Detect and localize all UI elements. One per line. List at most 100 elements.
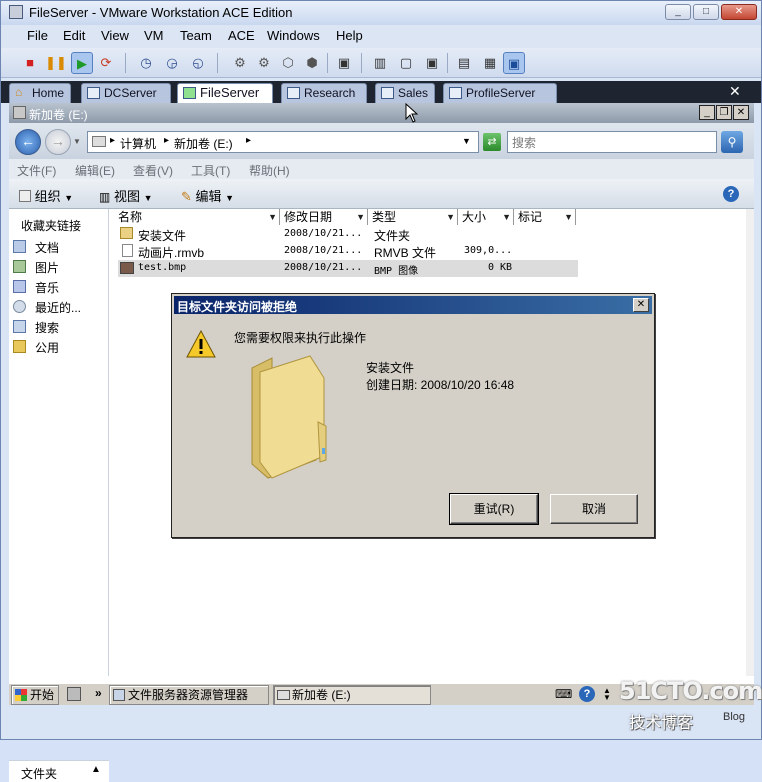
stop-icon[interactable]: ■ <box>19 52 41 74</box>
close-button[interactable]: ✕ <box>721 4 757 20</box>
breadcrumb-drive[interactable]: 新加卷 (E:) <box>174 135 233 152</box>
package-icon[interactable]: ⬡ <box>277 52 299 74</box>
help-icon[interactable]: ? <box>723 186 739 202</box>
file-name: 动画片.rmvb <box>138 246 205 260</box>
retry-button[interactable]: 重试(R) <box>449 493 539 525</box>
file-type: 文件夹 <box>374 229 411 243</box>
folder-icon <box>251 355 327 479</box>
searches-icon <box>13 320 26 333</box>
tab-sales[interactable]: Sales <box>375 83 435 103</box>
console-icon[interactable]: ▤ <box>453 52 475 74</box>
chevron-down-icon: ▼ <box>143 193 153 203</box>
tab-home[interactable]: ⌂ Home <box>9 83 71 103</box>
column-dropdown-icon[interactable]: ▼ <box>564 209 573 225</box>
column-dropdown-icon[interactable]: ▼ <box>446 209 455 225</box>
menu-team[interactable]: Team <box>180 28 212 43</box>
views-button[interactable]: ▥ 视图 ▼ <box>99 186 153 205</box>
task-explorer[interactable]: 新加卷 (E:) <box>273 685 431 705</box>
tabs-icon[interactable]: ▦ <box>479 52 501 74</box>
menu-windows[interactable]: Windows <box>267 28 320 43</box>
team-icon[interactable]: ⚙ <box>229 52 251 74</box>
column-header-date[interactable]: 修改日期 ▼ <box>280 209 368 225</box>
help-icon[interactable]: ? <box>579 686 595 702</box>
close-button[interactable]: ✕ <box>633 298 649 312</box>
summary-icon[interactable]: ▣ <box>333 52 355 74</box>
tab-research[interactable]: Research <box>281 83 367 103</box>
vertical-scrollbar[interactable] <box>746 209 754 676</box>
file-row[interactable]: 安装文件 2008/10/21... 文件夹 <box>118 226 578 243</box>
search-input[interactable]: 搜索 <box>507 131 717 153</box>
keyboard-icon[interactable]: ⌨ <box>555 687 572 701</box>
file-row[interactable]: 动画片.rmvb 2008/10/21... RMVB 文件 309,0... <box>118 243 578 260</box>
tab-profileserver[interactable]: ProfileServer <box>443 83 557 103</box>
language-bar-arrows-icon[interactable]: ▲ ▼ <box>603 687 611 702</box>
sidebar-item-label: 公用 <box>35 341 60 355</box>
play-icon[interactable]: ▶ <box>71 52 93 74</box>
pause-icon[interactable]: ❚❚ <box>45 52 67 74</box>
start-button[interactable]: 开始 <box>11 685 59 705</box>
cancel-button[interactable]: 取消 <box>550 494 638 524</box>
revert-snapshot-icon[interactable]: ◶ <box>161 52 183 74</box>
address-dropdown-icon[interactable]: ▼ <box>462 136 471 146</box>
file-row-selected[interactable]: test.bmp 2008/10/21... BMP 图像 0 KB <box>118 260 578 277</box>
column-header-name[interactable]: 名称 ▼ <box>114 209 280 225</box>
menu-help[interactable]: 帮助(H) <box>249 162 290 179</box>
menu-file[interactable]: File <box>27 28 48 43</box>
sidebar-item-label: 图片 <box>35 261 60 275</box>
folders-toggle[interactable]: 文件夹 ▲ <box>9 760 109 782</box>
vm-icon <box>381 87 394 99</box>
menu-help[interactable]: Help <box>336 28 363 43</box>
snapshot-icon[interactable]: ◷ <box>135 52 157 74</box>
column-dropdown-icon[interactable]: ▼ <box>502 209 511 225</box>
vmware-toolbar: ■ ❚❚ ▶ ⟳ ◷ ◶ ◵ ⚙ ⚙ ⬡ ⬢ ▣ ▥ ▢ ▣ ▤ ▦ ▣ <box>1 48 761 78</box>
chevron-right-icon[interactable]: » <box>95 686 102 700</box>
tab-dcserver[interactable]: DCServer <box>81 83 171 103</box>
restore-button[interactable]: ❐ <box>716 105 732 120</box>
vm-running-icon <box>183 87 196 99</box>
unity-icon[interactable]: ▣ <box>503 52 525 74</box>
column-header-tags[interactable]: 标记 ▼ <box>514 209 576 225</box>
menu-edit[interactable]: Edit <box>63 28 85 43</box>
column-dropdown-icon[interactable]: ▼ <box>356 209 365 225</box>
menu-ace[interactable]: ACE <box>228 28 255 43</box>
minimize-button[interactable]: _ <box>699 105 715 120</box>
tab-fileserver[interactable]: FileServer <box>177 83 273 103</box>
refresh-icon[interactable]: ⇄ <box>483 133 501 151</box>
column-header-size[interactable]: 大小 ▼ <box>458 209 514 225</box>
menu-tools[interactable]: 工具(T) <box>191 162 230 179</box>
organize-button[interactable]: 组织 ▼ <box>19 186 73 205</box>
history-chevron-icon[interactable]: ▼ <box>73 137 81 146</box>
team-power-icon[interactable]: ⚙ <box>253 52 275 74</box>
file-type: RMVB 文件 <box>374 246 437 260</box>
minimize-button[interactable]: _ <box>665 4 691 20</box>
quick-switch-icon[interactable]: ▣ <box>421 52 443 74</box>
close-button[interactable]: ✕ <box>733 105 749 120</box>
breadcrumb-computer[interactable]: 计算机 <box>120 135 156 152</box>
close-tab-icon[interactable]: ✕ <box>729 83 741 100</box>
reset-icon[interactable]: ⟳ <box>95 52 117 74</box>
back-button[interactable]: ← <box>15 129 41 155</box>
address-bar[interactable]: ▸ 计算机 ▸ 新加卷 (E:) ▸ ▼ <box>87 131 479 153</box>
maximize-button[interactable]: □ <box>693 4 719 20</box>
documents-icon <box>13 240 26 253</box>
menu-view[interactable]: 查看(V) <box>133 162 173 179</box>
menu-file[interactable]: 文件(F) <box>17 162 56 179</box>
menu-vm[interactable]: VM <box>144 28 164 43</box>
menu-edit[interactable]: 编辑(E) <box>75 162 115 179</box>
column-header-type[interactable]: 类型 ▼ <box>368 209 458 225</box>
menu-view[interactable]: View <box>101 28 129 43</box>
search-icon[interactable]: ⚲ <box>721 131 743 153</box>
vmware-title-bar: FileServer - VMware Workstation ACE Edit… <box>1 1 761 25</box>
forward-button[interactable]: → <box>45 129 71 155</box>
edit-button[interactable]: ✎ 编辑 ▼ <box>181 186 234 205</box>
quick-launch-icon[interactable] <box>67 687 81 701</box>
command-bar: 组织 ▼ ▥ 视图 ▼ ✎ 编辑 ▼ ? <box>9 179 754 209</box>
column-dropdown-icon[interactable]: ▼ <box>268 209 277 225</box>
fullscreen-icon[interactable]: ▢ <box>395 52 417 74</box>
dialog-title: 目标文件夹访问被拒绝 <box>177 300 298 314</box>
task-file-server-manager[interactable]: 文件服务器资源管理器 <box>109 685 269 705</box>
snapshot-manager-icon[interactable]: ◵ <box>187 52 209 74</box>
ace-policy-icon[interactable]: ⬢ <box>301 52 323 74</box>
sidebar-toggle-icon[interactable]: ▥ <box>369 52 391 74</box>
media-file-icon <box>122 244 133 257</box>
